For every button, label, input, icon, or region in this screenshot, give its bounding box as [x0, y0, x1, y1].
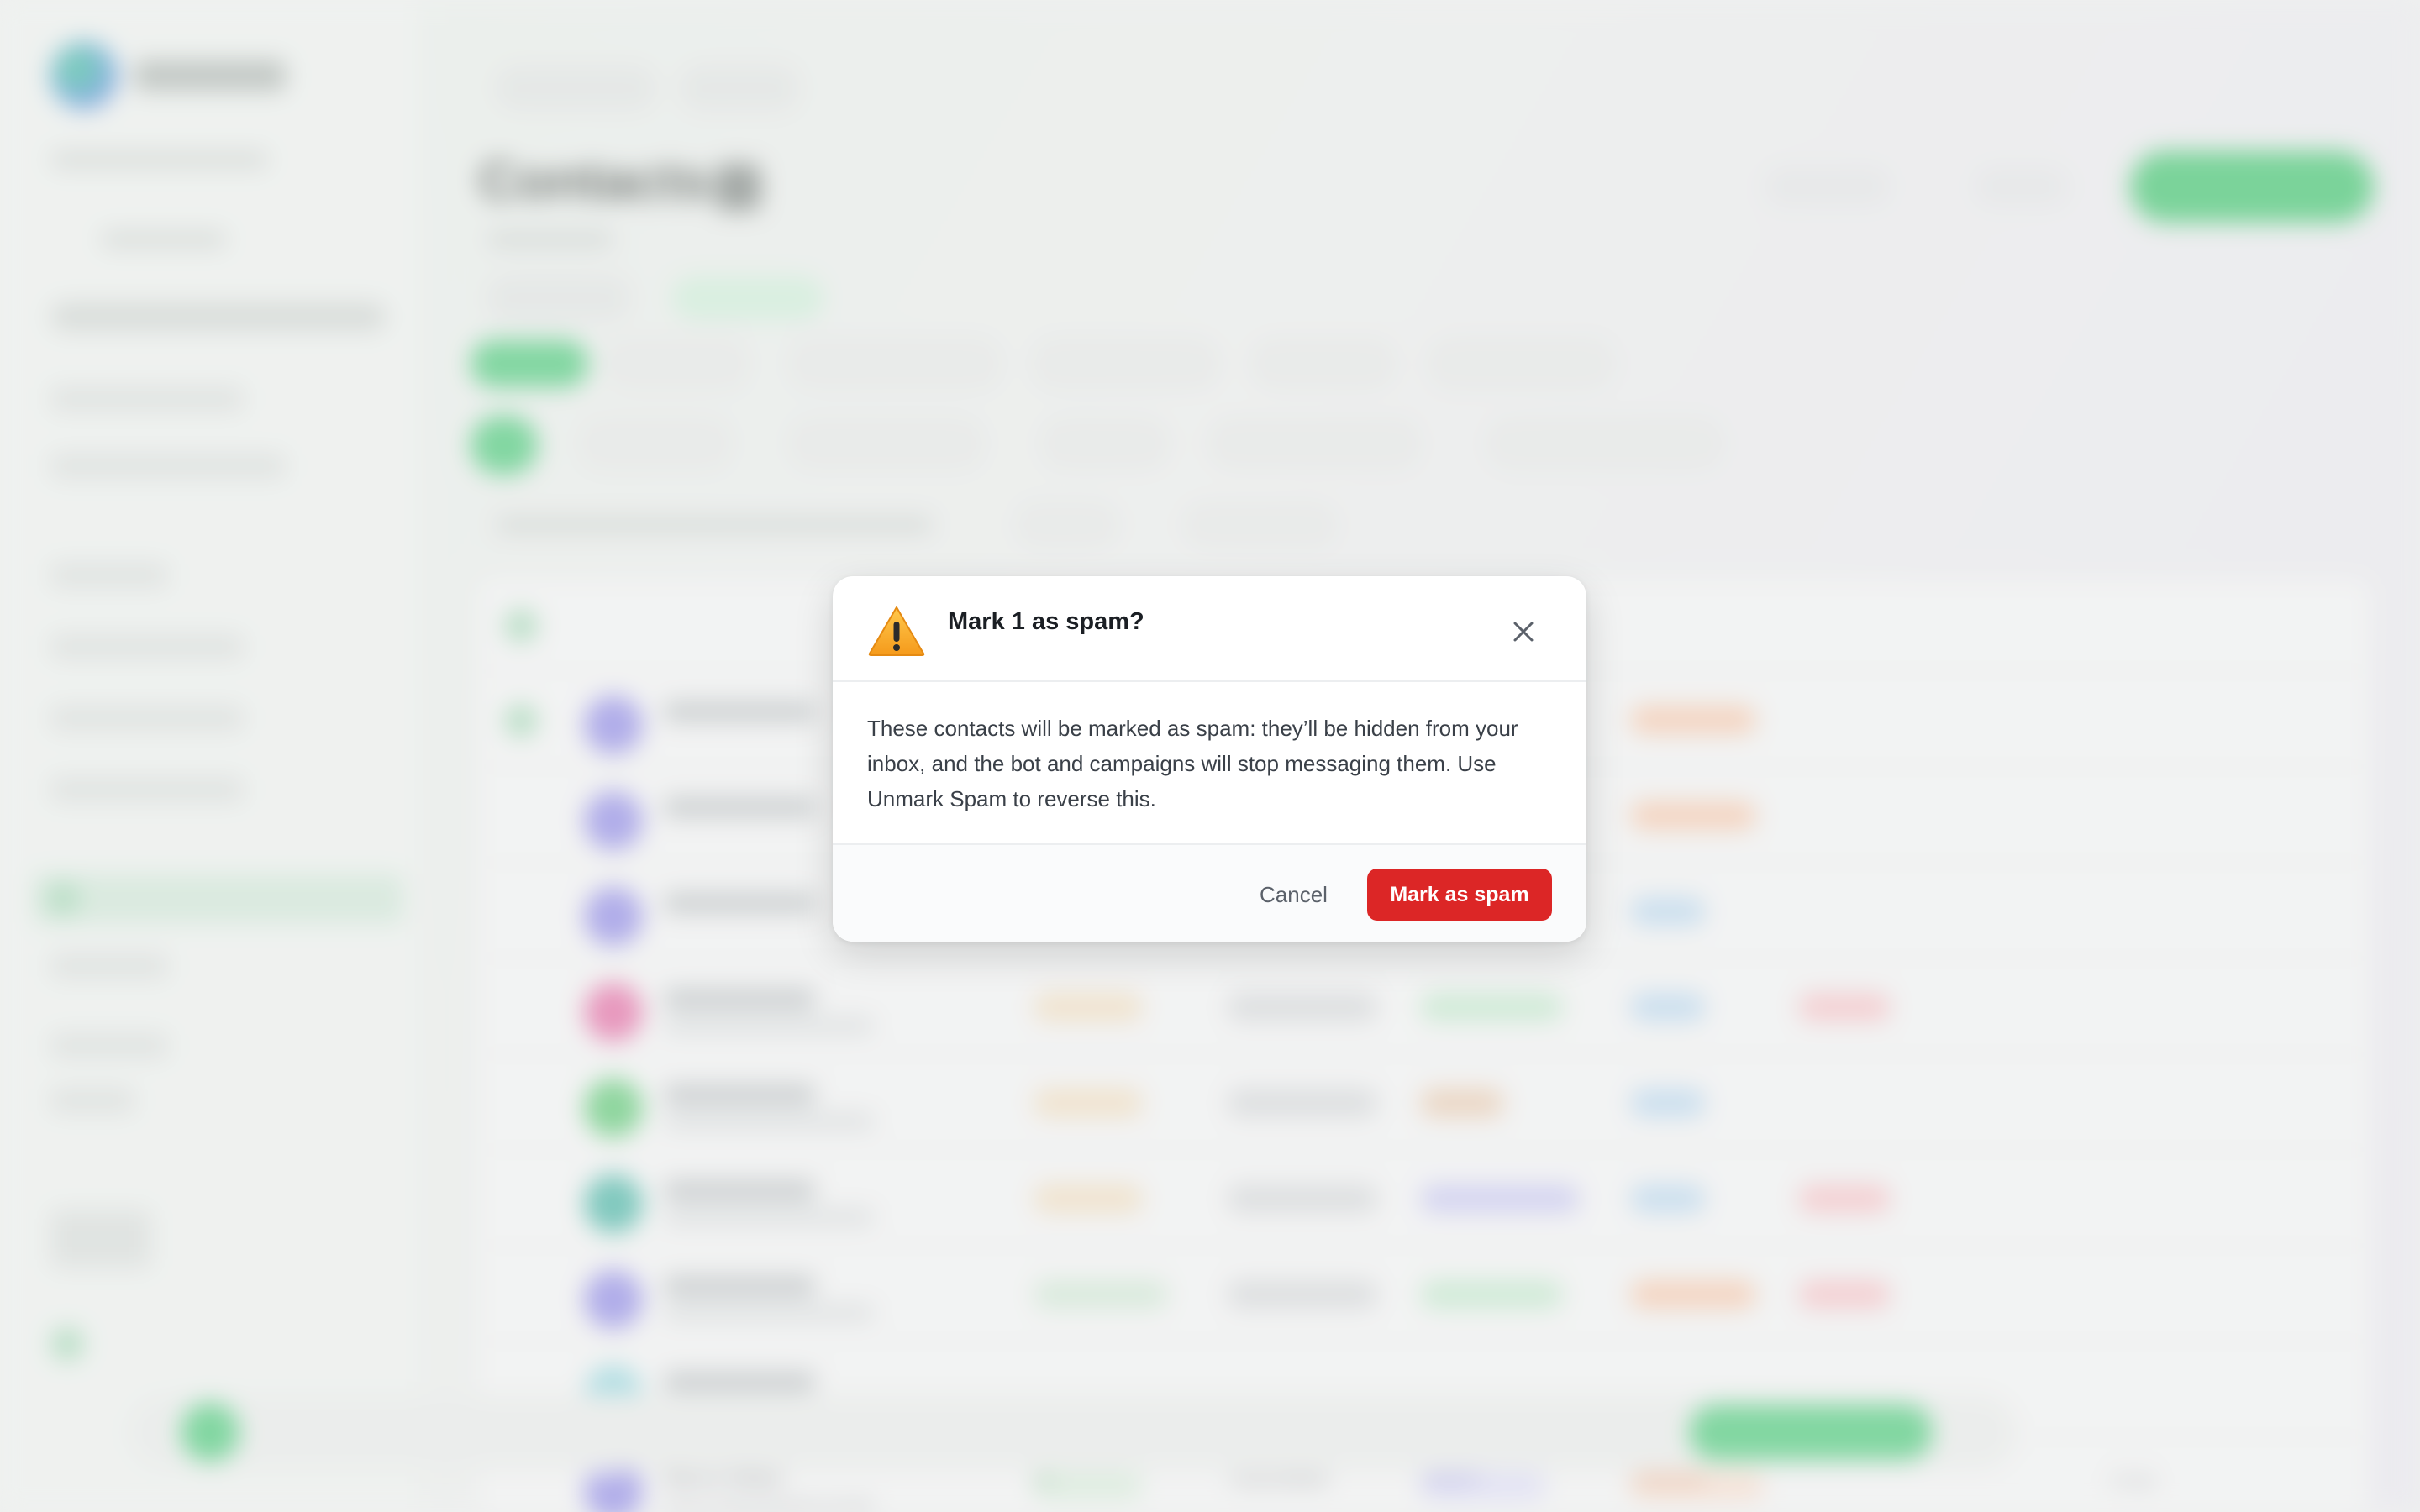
warning-icon	[868, 606, 925, 656]
dialog-header: Mark 1 as spam?	[833, 576, 1586, 682]
close-icon	[1513, 622, 1534, 642]
close-button[interactable]	[1505, 613, 1542, 650]
dialog-message: These contacts will be marked as spam: t…	[867, 716, 1518, 811]
cancel-button[interactable]: Cancel	[1236, 869, 1351, 921]
dialog-footer: Cancel Mark as spam	[833, 843, 1586, 942]
mark-spam-dialog: Mark 1 as spam? These contacts will be m…	[833, 576, 1586, 942]
dialog-title: Mark 1 as spam?	[948, 608, 1144, 635]
mark-as-spam-button[interactable]: Mark as spam	[1367, 869, 1552, 921]
